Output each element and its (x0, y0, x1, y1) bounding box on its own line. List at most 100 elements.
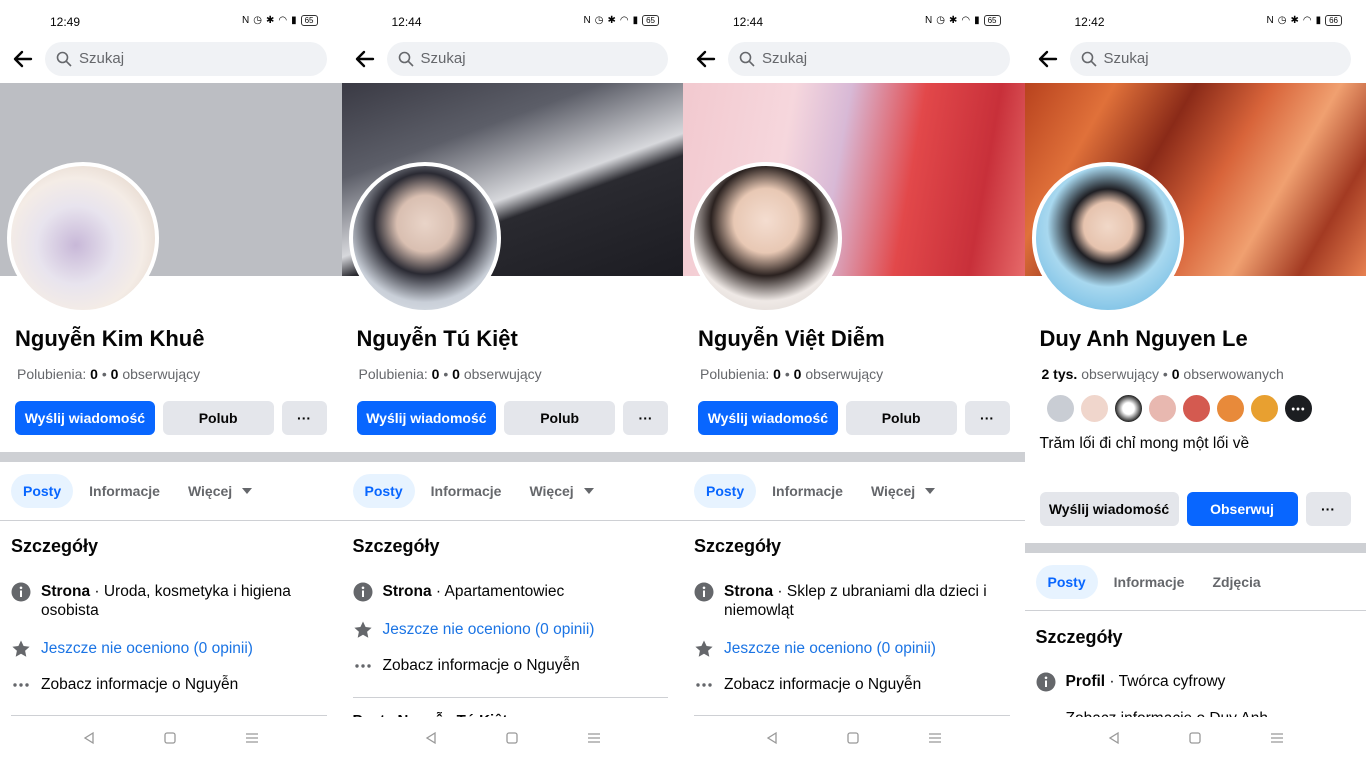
nav-back-icon[interactable] (82, 731, 96, 745)
profile-screen-1: 12:49 N ◷ ✱ ◠ ▮ 65 Szukaj Nguyễn Kim Khu… (0, 0, 342, 759)
see-info-link[interactable]: Zobacz informacje o Duy Anh (1066, 709, 1352, 717)
avatar[interactable] (1214, 393, 1246, 424)
tab-posts[interactable]: Posty (694, 474, 757, 508)
avatar[interactable] (7, 162, 159, 314)
nav-back-icon[interactable] (1107, 731, 1121, 745)
more-followers-icon[interactable] (1282, 393, 1314, 424)
tab-info[interactable]: Informacje (77, 474, 172, 508)
back-arrow-icon[interactable] (694, 47, 718, 71)
avatar[interactable] (1044, 393, 1076, 424)
page-title: Nguyễn Kim Khuê (15, 326, 205, 351)
system-navbar (341, 717, 683, 759)
tab-posts[interactable]: Posty (1035, 565, 1098, 599)
detail-rating[interactable]: Jeszcze nie oceniono (0 opinii) (353, 620, 669, 640)
tab-more-label: Więcej (187, 483, 233, 499)
tab-posts[interactable]: Posty (352, 474, 415, 508)
separator-dot: • (784, 366, 794, 382)
like-button[interactable]: Polub (504, 401, 616, 435)
tab-more[interactable]: Więcej (176, 474, 264, 508)
search-placeholder: Szukaj (79, 50, 125, 67)
nav-back-icon[interactable] (424, 731, 438, 745)
detail-info[interactable]: Zobacz informacje o Nguyễn (694, 675, 1010, 695)
info-icon (11, 582, 31, 602)
more-options-button[interactable]: ··· (1305, 492, 1351, 526)
send-message-button[interactable]: Wyślij wiadomość (698, 401, 838, 435)
nfc-icon: N (241, 15, 250, 26)
top-bar: Szukaj (342, 42, 684, 76)
detail-category: Strona · Apartamentowiec (353, 582, 669, 602)
send-message-button[interactable]: Wyślij wiadomość (356, 401, 497, 435)
back-arrow-icon[interactable] (353, 47, 377, 71)
profile-tabs: Posty Informacje Zdjęcia (1035, 565, 1366, 599)
nav-menu-icon[interactable] (245, 731, 259, 745)
nav-back-icon[interactable] (765, 731, 779, 745)
like-button[interactable]: Polub (162, 401, 274, 435)
alarm-icon: ◷ (1277, 15, 1287, 26)
more-options-button[interactable]: ··· (964, 401, 1010, 435)
avatar[interactable] (1180, 393, 1212, 424)
rating-link[interactable]: Jeszcze nie oceniono (0 opinii) (383, 620, 669, 640)
detail-rating[interactable]: Jeszcze nie oceniono (0 opinii) (11, 639, 327, 659)
nav-home-icon[interactable] (163, 731, 177, 745)
nav-home-icon[interactable] (1188, 731, 1202, 745)
see-info-link[interactable]: Zobacz informacje o Nguyễn (383, 656, 669, 676)
avatar[interactable] (1112, 393, 1144, 424)
more-options-button[interactable]: ··· (623, 401, 668, 435)
rating-link[interactable]: Jeszcze nie oceniono (0 opinii) (724, 639, 1010, 659)
category-value: · Twórca cyfrowy (1105, 673, 1226, 690)
top-bar: Szukaj (683, 42, 1025, 76)
back-arrow-icon[interactable] (11, 47, 35, 71)
status-time: 12:44 (391, 15, 422, 29)
category-label: Strona (382, 583, 432, 600)
status-bar: 12:44 N ◷ ✱ ◠ ▮ 65 (683, 12, 1025, 32)
nav-menu-icon[interactable] (587, 731, 601, 745)
avatar[interactable] (1248, 393, 1280, 424)
more-dots-icon (354, 664, 371, 668)
follower-avatars[interactable] (1044, 393, 1314, 424)
separator-dot: • (101, 366, 111, 382)
search-input[interactable]: Szukaj (1069, 42, 1351, 76)
more-options-button[interactable]: ··· (281, 401, 327, 435)
followers-count: 0 (452, 366, 460, 382)
follow-button[interactable]: Obserwuj (1186, 492, 1298, 526)
rating-link[interactable]: Jeszcze nie oceniono (0 opinii) (41, 639, 327, 659)
tab-info[interactable]: Informacje (419, 474, 514, 508)
tab-info[interactable]: Informacje (1102, 565, 1197, 599)
details-heading: Szczegóły (11, 536, 99, 556)
system-navbar (1024, 717, 1366, 759)
battery-icon: 65 (642, 15, 659, 26)
like-button[interactable]: Polub (845, 401, 957, 435)
tabs-divider (341, 520, 683, 521)
avatar[interactable] (1078, 393, 1110, 424)
nav-menu-icon[interactable] (928, 731, 942, 745)
send-message-button[interactable]: Wyślij wiadomość (15, 401, 155, 435)
avatar[interactable] (348, 162, 501, 314)
nav-menu-icon[interactable] (1270, 731, 1284, 745)
see-info-link[interactable]: Zobacz informacje o Nguyễn (724, 675, 1010, 695)
search-icon (739, 51, 755, 67)
nav-home-icon[interactable] (846, 731, 860, 745)
section-divider (341, 452, 683, 462)
avatar[interactable] (1031, 162, 1184, 314)
back-arrow-icon[interactable] (1036, 47, 1060, 71)
section-divider (0, 452, 342, 462)
search-placeholder: Szukaj (762, 50, 808, 67)
detail-info[interactable]: Zobacz informacje o Nguyễn (353, 656, 669, 676)
search-input[interactable]: Szukaj (728, 42, 1010, 76)
tab-posts[interactable]: Posty (11, 474, 74, 508)
detail-rating[interactable]: Jeszcze nie oceniono (0 opinii) (694, 639, 1010, 659)
nav-home-icon[interactable] (505, 731, 519, 745)
send-message-button[interactable]: Wyślij wiadomość (1039, 492, 1179, 526)
see-info-link[interactable]: Zobacz informacje o Nguyễn (41, 675, 327, 695)
detail-info[interactable]: Zobacz informacje o Duy Anh (1036, 709, 1352, 717)
search-input[interactable]: Szukaj (45, 42, 327, 76)
signal-icon: ▮ (632, 15, 639, 26)
tab-info[interactable]: Informacje (760, 474, 855, 508)
detail-info[interactable]: Zobacz informacje o Nguyễn (11, 675, 327, 695)
tab-more[interactable]: Więcej (859, 474, 947, 508)
avatar[interactable] (690, 162, 842, 314)
tab-more[interactable]: Więcej (517, 474, 605, 508)
tab-photos[interactable]: Zdjęcia (1200, 565, 1272, 599)
avatar[interactable] (1146, 393, 1178, 424)
search-input[interactable]: Szukaj (386, 42, 668, 76)
